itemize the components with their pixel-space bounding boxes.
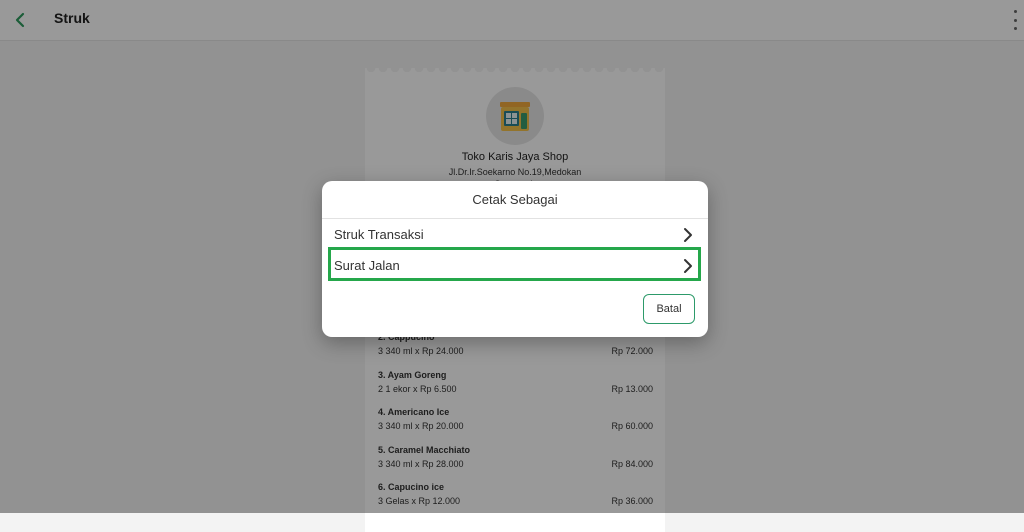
cancel-button[interactable]: Batal	[643, 294, 695, 324]
option-struk-transaksi[interactable]: Struk Transaksi	[322, 219, 708, 251]
option-label: Struk Transaksi	[334, 227, 424, 242]
chevron-right-icon	[684, 228, 692, 242]
dialog-title: Cetak Sebagai	[322, 181, 708, 219]
option-label: Surat Jalan	[334, 258, 400, 273]
print-as-dialog: Cetak Sebagai Struk Transaksi Surat Jala…	[322, 181, 708, 337]
option-surat-jalan[interactable]: Surat Jalan	[322, 250, 708, 282]
chevron-right-icon	[684, 259, 692, 273]
